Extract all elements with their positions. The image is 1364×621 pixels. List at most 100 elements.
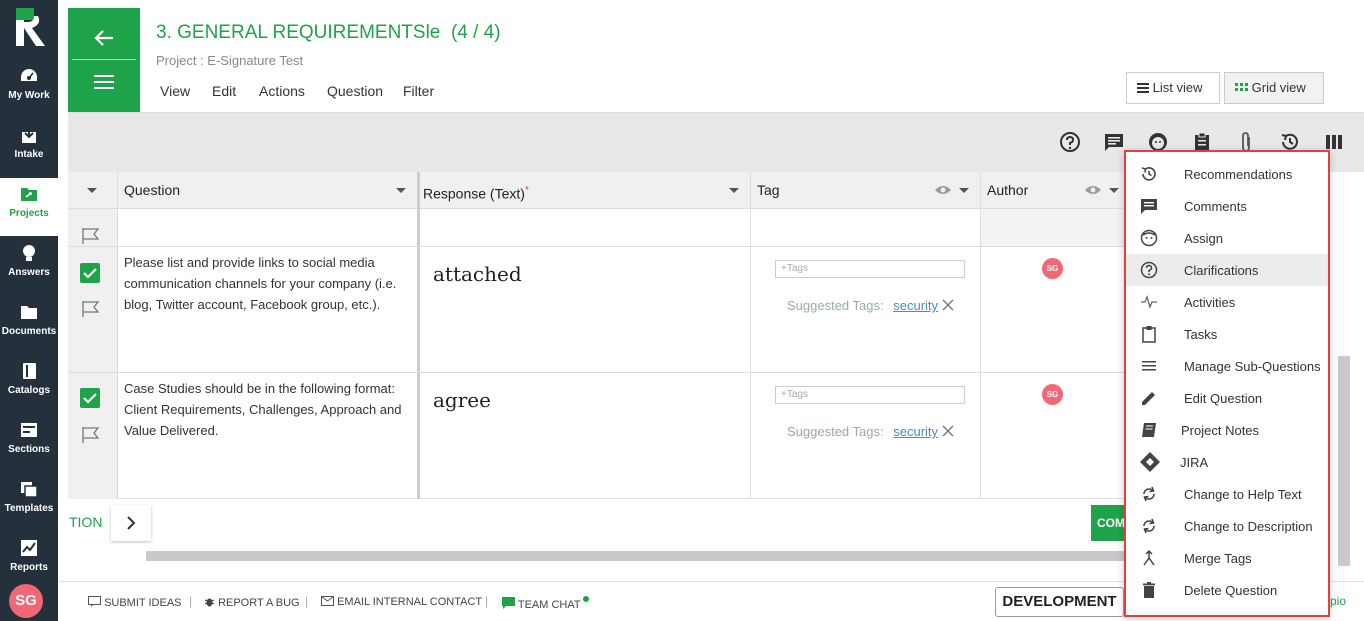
author-cell-empty [980, 209, 1124, 246]
row-checkbox[interactable] [80, 388, 100, 408]
refresh-icon [1143, 518, 1155, 534]
nav-item-catalogs[interactable]: Catalogs [0, 355, 58, 413]
comment-icon[interactable] [1103, 131, 1125, 153]
horizontal-scrollbar[interactable] [146, 551, 1124, 561]
response-text[interactable]: agree [433, 388, 491, 412]
environment-badge[interactable]: DEVELOPMENT [995, 587, 1124, 617]
menu-item-label: Change to Help Text [1184, 487, 1302, 502]
tags-input[interactable]: +Tags [775, 386, 965, 404]
vertical-scrollbar[interactable] [1338, 356, 1350, 566]
column-header-tag[interactable]: Tag [750, 172, 980, 209]
next-section-button[interactable] [111, 505, 151, 541]
menu-item-change-to-description[interactable]: Change to Description [1126, 510, 1328, 542]
nav-item-documents[interactable]: Documents [0, 296, 58, 354]
nav-label: My Work [8, 90, 50, 101]
suggested-tag-link[interactable]: security [893, 298, 938, 313]
suggested-tag-link[interactable]: security [893, 424, 938, 439]
suggested-tags: Suggested Tags: security [787, 298, 954, 313]
menu-actions[interactable]: Actions [259, 83, 305, 99]
column-header-author[interactable]: Author [980, 172, 1124, 209]
back-arrow-icon[interactable] [93, 28, 115, 48]
flag-icon[interactable] [81, 300, 101, 318]
help-circle-icon[interactable] [1059, 131, 1081, 153]
face-icon [1140, 229, 1158, 247]
clipboard-icon [1142, 326, 1156, 343]
menu-item-jira[interactable]: JIRA [1126, 446, 1328, 478]
lines-icon [1142, 361, 1156, 371]
column-label: Question [124, 182, 181, 198]
check-icon [83, 268, 97, 279]
email-contact-label: EMAIL INTERNAL CONTACT [337, 596, 483, 608]
report-bug-link[interactable]: REPORT A BUG [204, 596, 300, 609]
grid-view-button[interactable]: Grid view [1224, 72, 1324, 104]
list-icon [1137, 83, 1149, 93]
nav-item-sections[interactable]: Sections [0, 414, 58, 472]
menu-item-project-notes[interactable]: Project Notes [1126, 414, 1328, 446]
response-text[interactable]: attached [433, 262, 522, 286]
menu-item-tasks[interactable]: Tasks [1126, 318, 1328, 350]
complete-button[interactable]: COM [1091, 505, 1125, 541]
menu-item-change-to-help-text[interactable]: Change to Help Text [1126, 478, 1328, 510]
menu-view[interactable]: View [160, 83, 190, 99]
menu-item-activities[interactable]: Activities [1126, 286, 1328, 318]
flag-icon[interactable] [81, 227, 101, 245]
submit-ideas-label: SUBMIT IDEAS [104, 597, 182, 609]
nav-item-intake[interactable]: Intake [0, 119, 58, 177]
tags-input[interactable]: +Tags [775, 260, 965, 278]
team-chat-link[interactable]: TEAM CHAT [502, 596, 590, 611]
user-avatar[interactable]: SG [9, 584, 43, 618]
menu-edit[interactable]: Edit [212, 83, 236, 99]
author-avatar: SG [1042, 384, 1063, 405]
eye-icon[interactable] [934, 184, 952, 196]
eye-icon[interactable] [1084, 184, 1102, 196]
menu-item-label: Assign [1184, 231, 1224, 246]
menu-item-label: Comments [1184, 199, 1247, 214]
project-subtitle: Project : E-Signature Test [156, 53, 304, 68]
nav-label: Documents [1, 326, 57, 337]
select-all-header[interactable] [68, 172, 117, 209]
menu-item-clarifications[interactable]: Clarifications [1126, 254, 1328, 286]
nav-item-reports[interactable]: Reports [0, 532, 58, 590]
pencil-icon [1142, 392, 1155, 405]
menu-item-recommendations[interactable]: Recommendations [1126, 158, 1328, 190]
row-checkbox[interactable] [80, 263, 100, 283]
email-contact-link[interactable]: EMAIL INTERNAL CONTACT [321, 596, 482, 608]
nav-item-my-work[interactable]: My Work [0, 60, 58, 118]
nav-item-answers[interactable]: Answers [0, 237, 58, 295]
help-circle-icon [1140, 261, 1158, 279]
nav-item-templates[interactable]: Templates [0, 473, 58, 531]
section-nav-label: TION [69, 514, 103, 530]
nav-item-projects[interactable]: Projects [0, 178, 58, 236]
divider: | [305, 594, 309, 608]
question-text: Case Studies should be in the following … [124, 381, 402, 438]
submit-ideas-link[interactable]: SUBMIT IDEAS [88, 596, 182, 609]
questions-grid [68, 172, 1124, 499]
check-icon [83, 393, 97, 404]
menu-item-assign[interactable]: Assign [1126, 222, 1328, 254]
menu-item-label: Merge Tags [1184, 551, 1252, 566]
flag-icon[interactable] [81, 426, 101, 444]
list-view-button[interactable]: List view [1126, 72, 1220, 104]
menu-item-comments[interactable]: Comments [1126, 190, 1328, 222]
menu-item-edit-question[interactable]: Edit Question [1126, 382, 1328, 414]
question-count: (4 / 4) [450, 22, 501, 43]
menu-filter[interactable]: Filter [403, 83, 434, 99]
menu-item-manage-sub-questions[interactable]: Manage Sub-Questions [1126, 350, 1328, 382]
hamburger-menu-icon[interactable] [94, 75, 114, 89]
menu-item-merge-tags[interactable]: Merge Tags [1126, 542, 1328, 574]
menu-question[interactable]: Question [327, 83, 383, 99]
close-icon[interactable] [942, 425, 954, 437]
column-header-question[interactable]: Question [117, 172, 418, 209]
refresh-icon [1143, 486, 1155, 502]
column-header-response[interactable]: Response (Text)* [418, 172, 750, 209]
column-label: Response (Text) [423, 185, 525, 202]
suggested-tags: Suggested Tags: security [787, 424, 954, 439]
menu-item-label: Clarifications [1184, 263, 1259, 278]
menu-item-label: Change to Description [1184, 519, 1313, 534]
column-label: Tag [757, 182, 780, 198]
question-text: Please list and provide links to social … [124, 255, 397, 312]
menu-item-delete-question[interactable]: Delete Question [1126, 574, 1328, 606]
bulb-icon [23, 245, 35, 261]
close-icon[interactable] [942, 299, 954, 311]
app-logo[interactable] [8, 6, 50, 48]
